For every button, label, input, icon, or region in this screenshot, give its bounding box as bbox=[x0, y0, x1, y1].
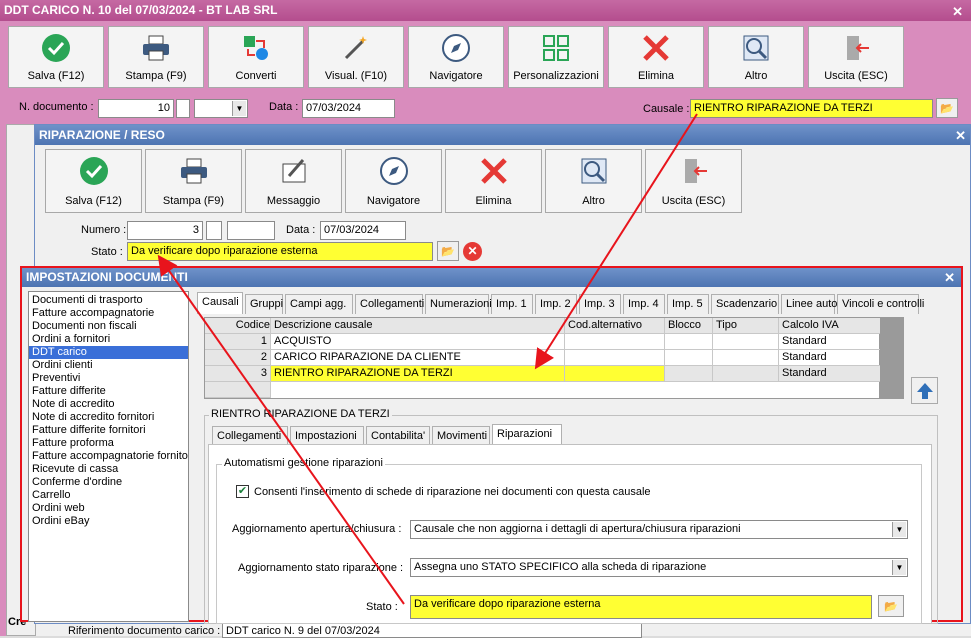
arrow-stato-to-repair bbox=[157, 254, 405, 605]
annotation-arrows bbox=[157, 113, 698, 605]
arrow-causale-to-grid bbox=[534, 113, 698, 370]
